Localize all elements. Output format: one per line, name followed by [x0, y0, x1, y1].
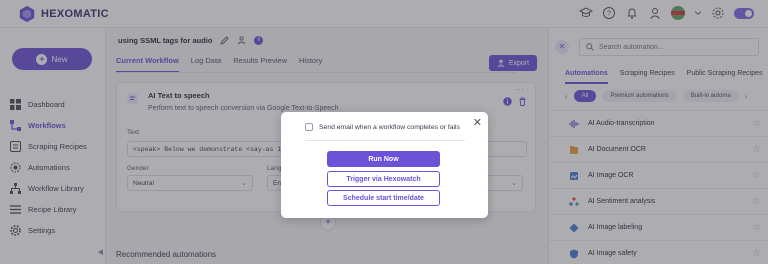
email-notification-label: Send email when a workflow completes or … — [319, 123, 460, 131]
run-workflow-modal: ✕ Send email when a workflow completes o… — [281, 112, 488, 218]
email-notification-option[interactable]: Send email when a workflow completes or … — [305, 123, 460, 131]
email-notification-checkbox[interactable] — [305, 123, 313, 131]
close-icon[interactable]: ✕ — [473, 116, 482, 129]
trigger-via-hexowatch-button[interactable]: Trigger via Hexowatch — [327, 171, 440, 187]
run-now-button[interactable]: Run Now — [327, 151, 440, 167]
modal-divider — [305, 140, 465, 141]
schedule-start-button[interactable]: Schedule start time/date — [327, 190, 440, 206]
